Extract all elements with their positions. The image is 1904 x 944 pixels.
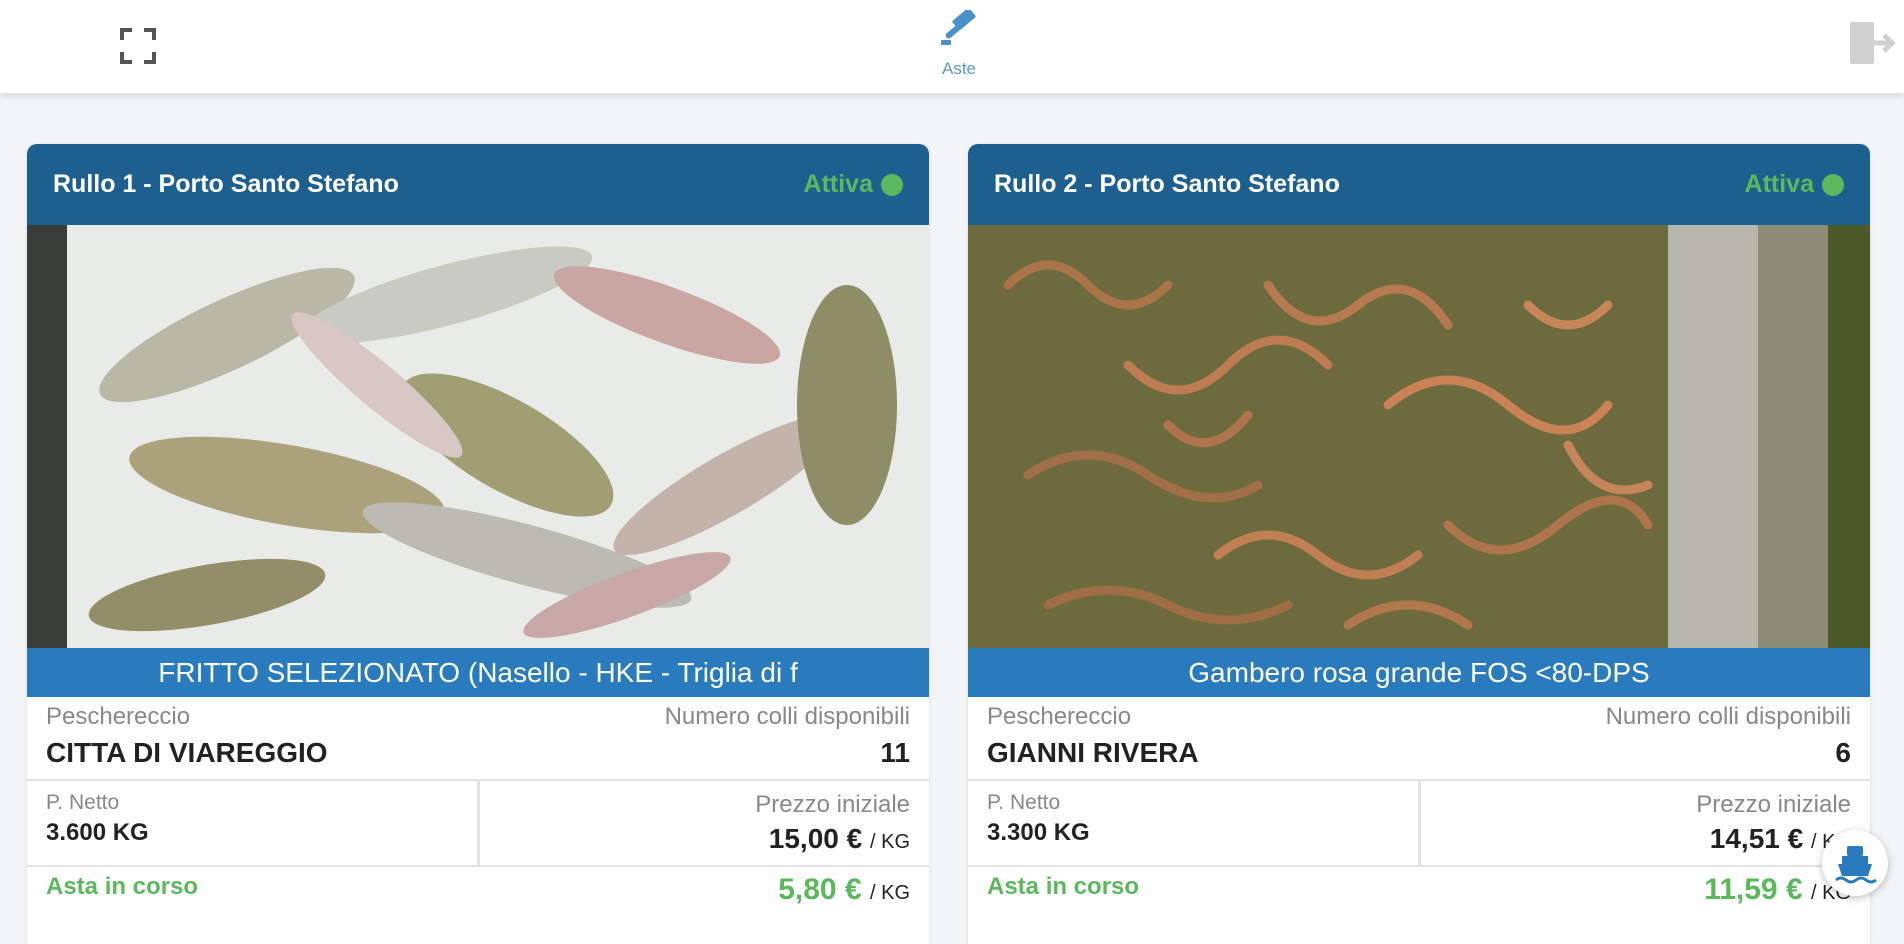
colli-value: 11	[880, 737, 910, 768]
prezzo-value: 15,00 € / KG	[769, 823, 910, 855]
nav-aste[interactable]: Aste	[930, 8, 988, 78]
status-text: Attiva	[803, 170, 873, 198]
divider	[477, 779, 480, 865]
peschereccio-value: CITTA DI VIAREGGIO	[46, 737, 328, 768]
prezzo-amount: 14,51 €	[1709, 823, 1804, 854]
asta-row: Asta in corso 5,80 € / KG	[27, 865, 929, 944]
price-row: P. Netto 3.600 KG Prezzo iniziale 15,00 …	[27, 779, 929, 867]
fullscreen-icon[interactable]	[120, 28, 156, 64]
prezzo-unit: / KG	[869, 831, 910, 853]
product-name: FRITTO SELEZIONATO (Nasello - HKE - Trig…	[27, 648, 929, 697]
asta-amount: 5,80 €	[778, 873, 862, 906]
card-title: Rullo 1 - Porto Santo Stefano	[53, 170, 399, 198]
prezzo-label: Prezzo iniziale	[755, 791, 910, 818]
product-photo	[27, 225, 929, 648]
status-dot	[1822, 173, 1844, 196]
logout-icon[interactable]	[1846, 18, 1896, 68]
top-bar: Aste	[0, 0, 1904, 94]
peschereccio-value: GIANNI RIVERA	[987, 737, 1199, 768]
auction-card-1[interactable]: Rullo 1 - Porto Santo Stefano Attiva FRI…	[27, 144, 929, 944]
nav-aste-label: Aste	[941, 59, 977, 78]
ship-fab-button[interactable]	[1822, 830, 1888, 896]
netto-label: P. Netto	[987, 791, 1061, 814]
product-photo	[968, 225, 1870, 648]
auction-card-2[interactable]: Rullo 2 - Porto Santo Stefano Attiva Gam…	[968, 144, 1870, 944]
gavel-icon	[939, 8, 979, 54]
card-title: Rullo 2 - Porto Santo Stefano	[994, 170, 1340, 198]
asta-label: Asta in corso	[46, 873, 199, 900]
info-row: Peschereccio CITTA DI VIAREGGIO Numero c…	[27, 697, 929, 781]
asta-row: Asta in corso 11,59 € / KG	[968, 865, 1870, 944]
status-badge: Attiva	[804, 170, 903, 199]
peschereccio-label: Peschereccio	[46, 703, 191, 730]
netto-value: 3.300 KG	[987, 819, 1090, 846]
netto-label: P. Netto	[46, 791, 120, 814]
prezzo-amount: 15,00 €	[768, 823, 863, 854]
peschereccio-label: Peschereccio	[987, 703, 1132, 730]
status-text: Attiva	[1744, 170, 1814, 198]
card-header: Rullo 2 - Porto Santo Stefano Attiva	[968, 144, 1870, 225]
info-row: Peschereccio GIANNI RIVERA Numero colli …	[968, 697, 1870, 781]
prezzo-label: Prezzo iniziale	[1696, 791, 1851, 818]
divider	[1418, 779, 1421, 865]
product-name: Gambero rosa grande FOS <80-DPS	[968, 648, 1870, 697]
asta-price: 5,80 € / KG	[778, 873, 910, 907]
status-badge: Attiva	[1745, 170, 1844, 199]
colli-label: Numero colli disponibili	[664, 703, 910, 730]
asta-label: Asta in corso	[987, 873, 1140, 900]
asta-amount: 11,59 €	[1704, 873, 1803, 906]
colli-value: 6	[1835, 737, 1851, 768]
asta-unit: / KG	[869, 882, 910, 904]
price-row: P. Netto 3.300 KG Prezzo iniziale 14,51 …	[968, 779, 1870, 867]
colli-label: Numero colli disponibili	[1605, 703, 1851, 730]
netto-value: 3.600 KG	[46, 819, 149, 846]
status-dot	[881, 173, 903, 196]
card-header: Rullo 1 - Porto Santo Stefano Attiva	[27, 144, 929, 225]
ship-icon	[1822, 846, 1888, 900]
